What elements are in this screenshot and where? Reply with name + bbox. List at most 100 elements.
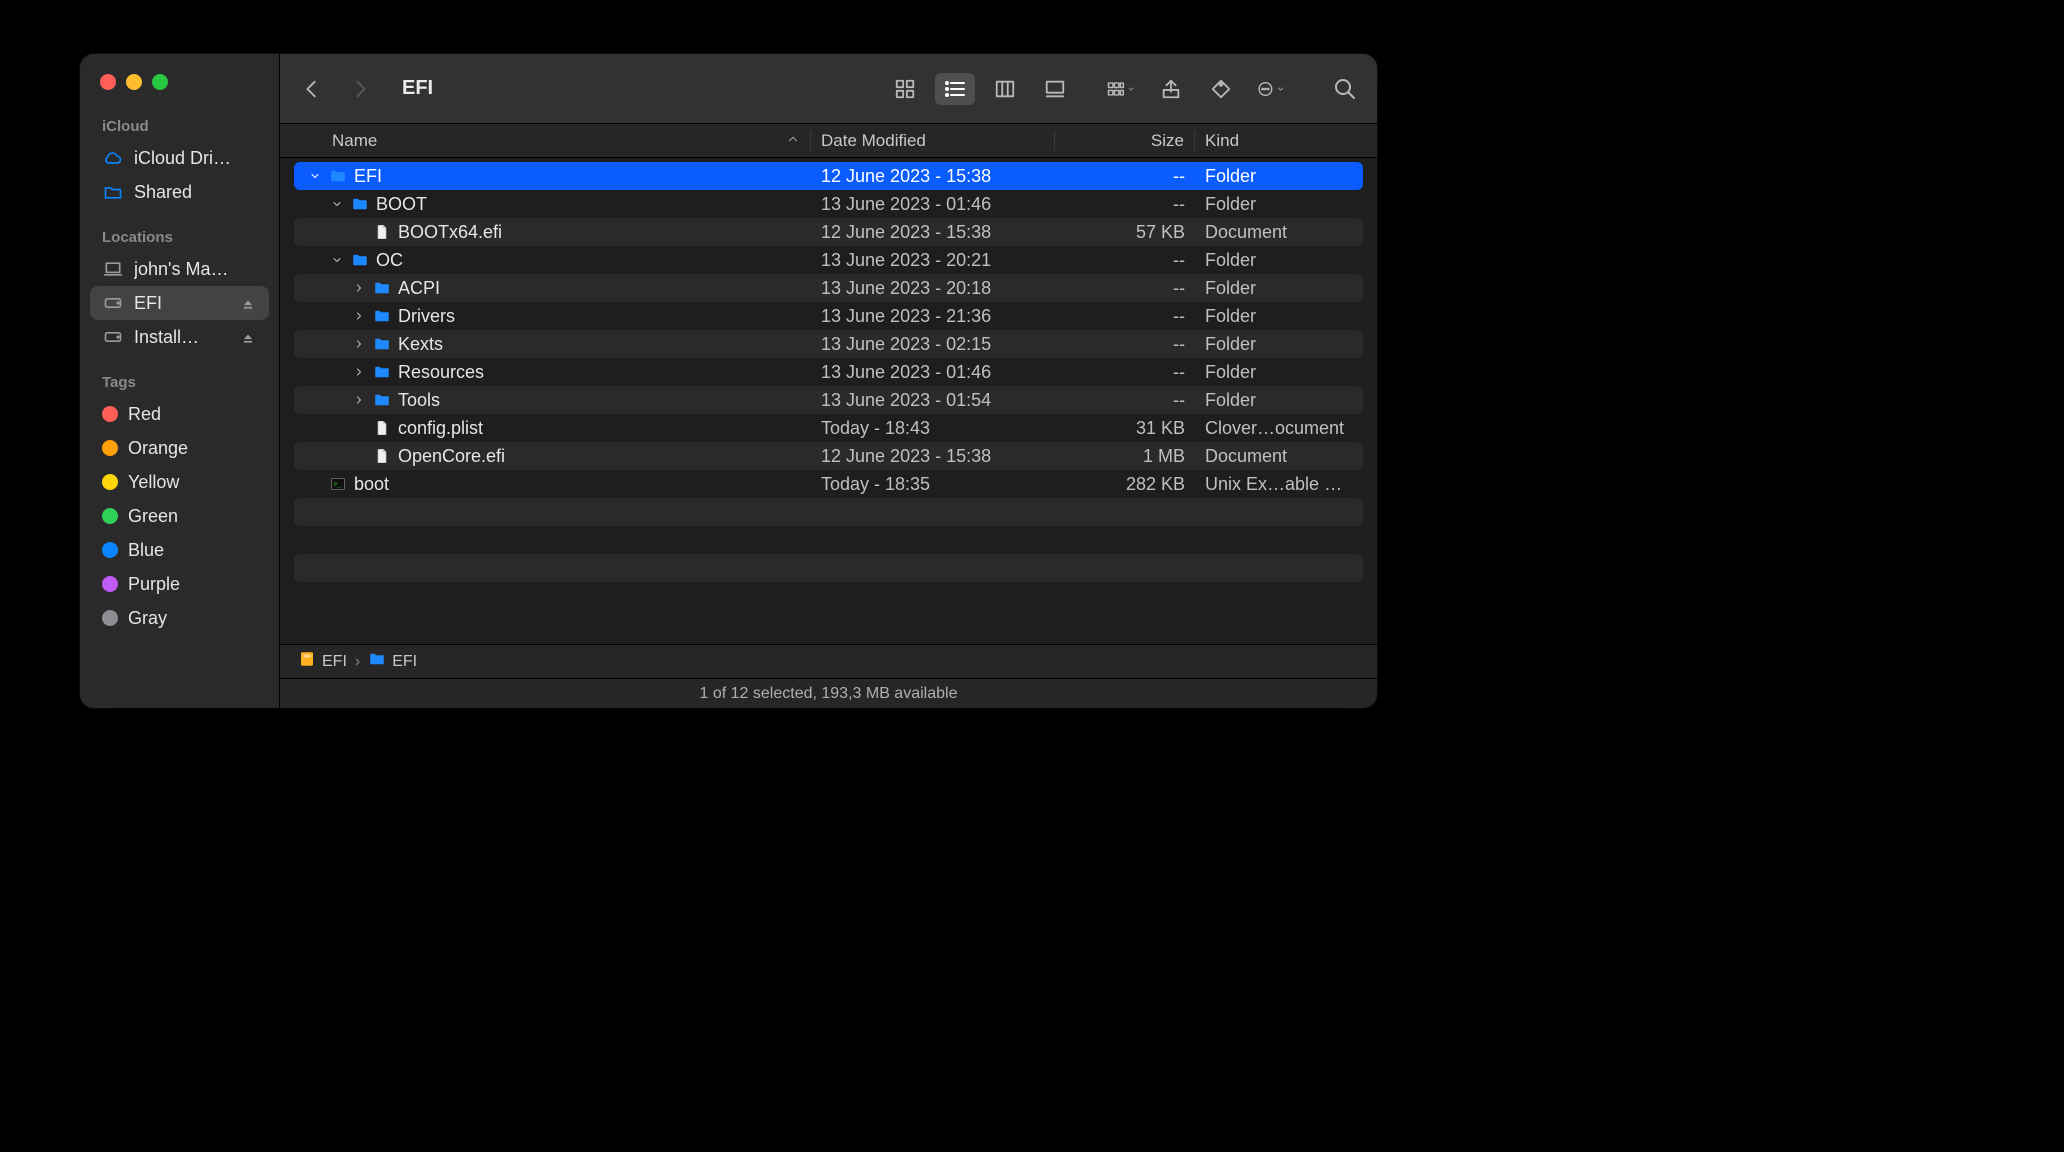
sidebar-section: Locationsjohn's Ma…EFIInstall…	[80, 221, 279, 366]
breadcrumb-item[interactable]: EFI	[368, 650, 417, 673]
file-kind-cell: Folder	[1195, 362, 1363, 383]
file-size-cell: --	[1055, 306, 1195, 327]
tag-dot-icon	[102, 610, 118, 626]
sidebar-item[interactable]: Blue	[90, 533, 269, 567]
sidebar-item[interactable]: EFI	[90, 286, 269, 320]
back-button[interactable]	[298, 75, 326, 103]
sidebar-item[interactable]: Orange	[90, 431, 269, 465]
disclosure-triangle-icon[interactable]	[352, 337, 366, 351]
file-row[interactable]: Kexts13 June 2023 - 02:15--Folder	[294, 330, 1363, 358]
file-row[interactable]: ACPI13 June 2023 - 20:18--Folder	[294, 274, 1363, 302]
tag-dot-icon	[102, 576, 118, 592]
icon-view-button[interactable]	[885, 73, 925, 105]
file-row[interactable]: Drivers13 June 2023 - 21:36--Folder	[294, 302, 1363, 330]
file-row[interactable]: >_bootToday - 18:35282 KBUnix Ex…able Fi…	[294, 470, 1363, 498]
file-row[interactable]: Resources13 June 2023 - 01:46--Folder	[294, 358, 1363, 386]
file-date-cell: 13 June 2023 - 01:46	[811, 362, 1055, 383]
file-row[interactable]: config.plistToday - 18:4331 KBClover…ocu…	[294, 414, 1363, 442]
sidebar-item-label: Yellow	[128, 472, 257, 493]
file-icon	[372, 446, 392, 466]
disclosure-triangle-icon	[308, 477, 322, 491]
sidebar-item[interactable]: john's Ma…	[90, 252, 269, 286]
sidebar-item[interactable]: iCloud Dri…	[90, 141, 269, 175]
file-name-label: EFI	[354, 166, 382, 187]
file-size-cell: --	[1055, 362, 1195, 383]
file-name-label: BOOT	[376, 194, 427, 215]
column-header-date-label: Date Modified	[821, 131, 926, 151]
column-header-kind[interactable]: Kind	[1195, 131, 1363, 151]
sidebar-item[interactable]: Gray	[90, 601, 269, 635]
column-header-name[interactable]: Name	[280, 131, 811, 151]
sidebar-item[interactable]: Purple	[90, 567, 269, 601]
column-header-size[interactable]: Size	[1055, 131, 1195, 151]
sidebar-item[interactable]: Green	[90, 499, 269, 533]
close-window-button[interactable]	[100, 74, 116, 90]
file-date-cell: 13 June 2023 - 20:21	[811, 250, 1055, 271]
file-row[interactable]: Tools13 June 2023 - 01:54--Folder	[294, 386, 1363, 414]
more-actions-button[interactable]	[1257, 75, 1285, 103]
file-name-cell: BOOT	[294, 194, 811, 215]
sidebar-item-label: EFI	[134, 293, 231, 314]
breadcrumb-item[interactable]: EFI	[298, 650, 347, 673]
list-view-button[interactable]	[935, 73, 975, 105]
disclosure-triangle-icon[interactable]	[352, 309, 366, 323]
tag-dot-icon	[102, 508, 118, 524]
folder-icon	[328, 166, 348, 186]
forward-button[interactable]	[346, 75, 374, 103]
disclosure-triangle-icon	[352, 225, 366, 239]
file-row[interactable]: OC13 June 2023 - 20:21--Folder	[294, 246, 1363, 274]
file-row[interactable]: OpenCore.efi12 June 2023 - 15:381 MBDocu…	[294, 442, 1363, 470]
file-size-cell: --	[1055, 390, 1195, 411]
sidebar-item[interactable]: Yellow	[90, 465, 269, 499]
tag-button[interactable]	[1207, 75, 1235, 103]
file-date-cell: 13 June 2023 - 21:36	[811, 306, 1055, 327]
group-by-button[interactable]	[1107, 75, 1135, 103]
main-pane: EFI	[280, 54, 1377, 708]
file-name-label: ACPI	[398, 278, 440, 299]
empty-row	[294, 498, 1363, 526]
sidebar-item-label: Orange	[128, 438, 257, 459]
empty-row	[294, 554, 1363, 582]
file-date-cell: 13 June 2023 - 02:15	[811, 334, 1055, 355]
file-kind-cell: Folder	[1195, 194, 1363, 215]
file-date-cell: Today - 18:43	[811, 418, 1055, 439]
tag-dot-icon	[102, 474, 118, 490]
gallery-view-button[interactable]	[1035, 73, 1075, 105]
disclosure-triangle-icon[interactable]	[330, 197, 344, 211]
disclosure-triangle-icon[interactable]	[352, 393, 366, 407]
sidebar-heading: Tags	[90, 370, 269, 397]
file-row[interactable]: EFI12 June 2023 - 15:38--Folder	[294, 162, 1363, 190]
file-row[interactable]: BOOT13 June 2023 - 01:46--Folder	[294, 190, 1363, 218]
file-kind-cell: Document	[1195, 446, 1363, 467]
file-name-cell: OpenCore.efi	[294, 446, 811, 467]
sidebar-item[interactable]: Red	[90, 397, 269, 431]
search-button[interactable]	[1331, 75, 1359, 103]
disclosure-triangle-icon[interactable]	[308, 169, 322, 183]
column-view-button[interactable]	[985, 73, 1025, 105]
folder-icon	[368, 650, 386, 673]
status-bar: 1 of 12 selected, 193,3 MB available	[280, 678, 1377, 708]
eject-icon[interactable]	[241, 295, 257, 311]
disclosure-triangle-icon[interactable]	[330, 253, 344, 267]
minimize-window-button[interactable]	[126, 74, 142, 90]
disclosure-triangle-icon[interactable]	[352, 281, 366, 295]
file-name-label: Tools	[398, 390, 440, 411]
sidebar-item-label: Blue	[128, 540, 257, 561]
file-kind-cell: Clover…ocument	[1195, 418, 1363, 439]
file-name-label: Drivers	[398, 306, 455, 327]
eject-icon[interactable]	[241, 329, 257, 345]
sidebar-item[interactable]: Shared	[90, 175, 269, 209]
file-row[interactable]: BOOTx64.efi12 June 2023 - 15:3857 KBDocu…	[294, 218, 1363, 246]
sidebar-item-label: Gray	[128, 608, 257, 629]
share-button[interactable]	[1157, 75, 1185, 103]
file-list[interactable]: EFI12 June 2023 - 15:38--Folder BOOT 13 Ju…	[280, 158, 1377, 644]
fullscreen-window-button[interactable]	[152, 74, 168, 90]
column-header-date[interactable]: Date Modified	[811, 131, 1055, 151]
sidebar-item[interactable]: Install…	[90, 320, 269, 354]
tag-dot-icon	[102, 542, 118, 558]
file-date-cell: 13 June 2023 - 01:46	[811, 194, 1055, 215]
file-date-cell: Today - 18:35	[811, 474, 1055, 495]
finder-window: iCloudiCloud Dri…SharedLocationsjohn's M…	[80, 54, 1377, 708]
file-size-cell: 57 KB	[1055, 222, 1195, 243]
disclosure-triangle-icon[interactable]	[352, 365, 366, 379]
